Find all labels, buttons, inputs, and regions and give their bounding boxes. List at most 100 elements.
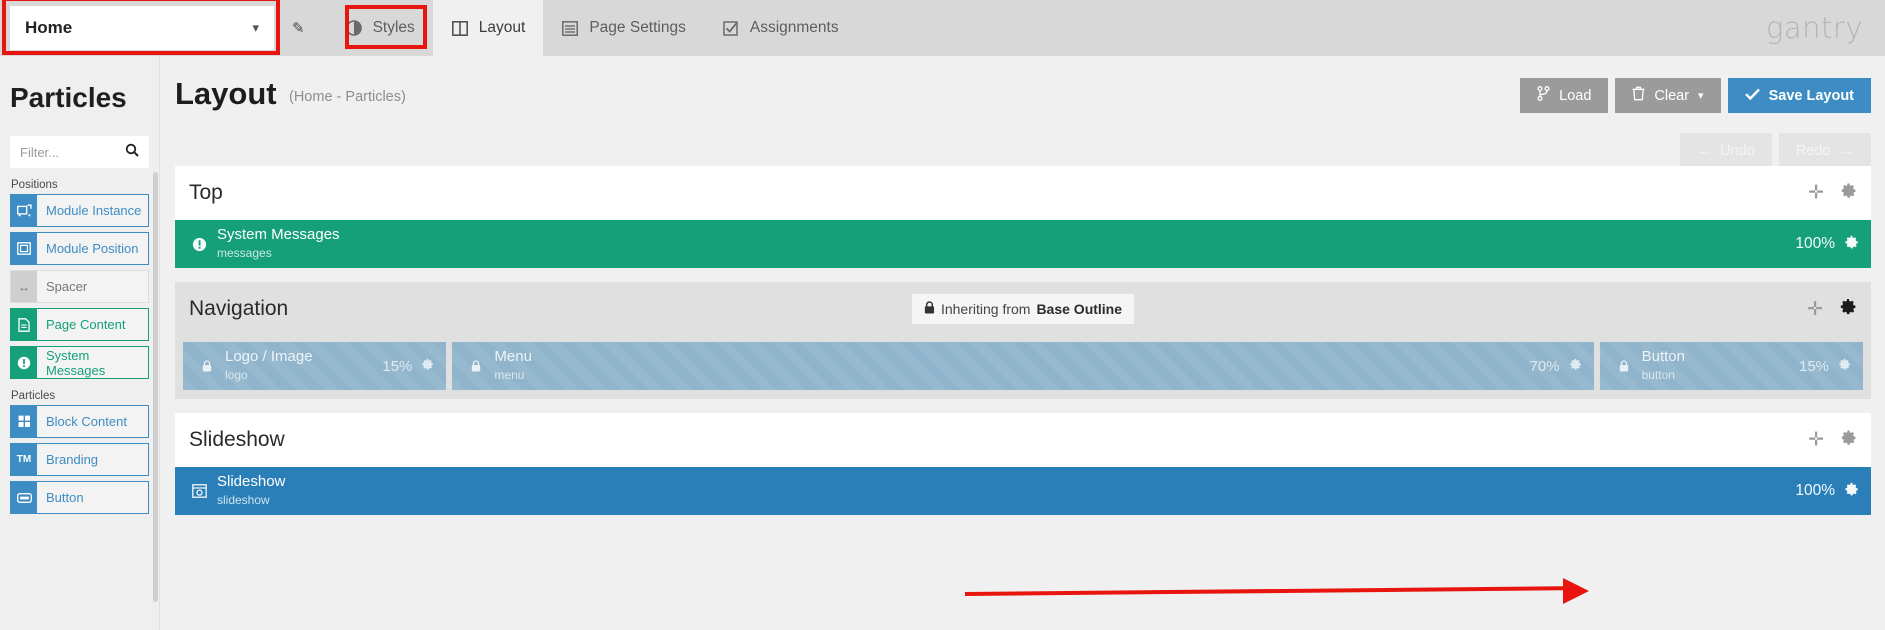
block-menu-subtitle: menu	[494, 368, 525, 382]
sidebar-item-system-messages-label: System Messages	[46, 347, 106, 378]
sidebar-item-block-content[interactable]: Block Content	[10, 405, 149, 438]
undo-button[interactable]: ← Undo	[1679, 133, 1772, 168]
block-system-messages[interactable]: System Messages messages 100%	[175, 220, 1871, 268]
arrow-left-icon: ←	[1696, 142, 1712, 159]
sidebar-item-module-position[interactable]: Module Position	[10, 232, 149, 265]
sidebar-item-branding[interactable]: TM Branding	[10, 443, 149, 476]
page-subtitle: (Home - Particles)	[289, 89, 406, 105]
outline-select[interactable]: Home ▾	[10, 6, 274, 50]
block-button-gear-icon[interactable]	[1838, 358, 1851, 375]
tab-styles[interactable]: Styles	[327, 0, 433, 56]
block-logo-image-title: Logo / Image	[225, 347, 313, 365]
block-system-messages-text: System Messages messages	[217, 226, 340, 263]
branch-icon	[1537, 86, 1550, 105]
section-top-header: Top ✛	[175, 166, 1871, 220]
tab-page-settings-label: Page Settings	[589, 19, 686, 36]
lock-icon	[924, 301, 935, 317]
sidebar-item-block-content-label: Block Content	[46, 414, 127, 429]
block-system-messages-subtitle: messages	[217, 246, 272, 260]
filter-input[interactable]	[20, 144, 125, 160]
section-navigation-header: Navigation Inheriting from Base Outline …	[175, 282, 1871, 336]
sidebar-item-module-position-label: Module Position	[46, 241, 139, 256]
block-slideshow-gear-icon[interactable]	[1844, 482, 1859, 501]
section-slideshow: Slideshow ✛ Slideshow slideshow 100%	[175, 413, 1871, 515]
sidebar-title: Particles	[10, 82, 127, 113]
topbar: Home ▾ ✎ Styles Layout Page Settings Ass…	[0, 0, 1885, 56]
tab-assignments[interactable]: Assignments	[704, 0, 857, 56]
section-top-body: System Messages messages 100%	[175, 220, 1871, 268]
sidebar-item-spacer[interactable]: ↔ Spacer	[10, 270, 149, 303]
section-navigation-body: Logo / Image logo 15% Menu menu 70% Butt…	[175, 336, 1871, 399]
gear-icon[interactable]	[1840, 183, 1857, 204]
section-navigation-tools: ✛	[1807, 298, 1857, 320]
sidebar-item-module-instance[interactable]: Module Instance	[10, 194, 149, 227]
block-button[interactable]: Button button 15%	[1599, 342, 1864, 390]
block-menu-gear-icon[interactable]	[1569, 358, 1582, 375]
sidebar: Particles Positions Module Instance Modu…	[0, 56, 160, 630]
block-logo-image[interactable]: Logo / Image logo 15%	[183, 342, 447, 390]
save-layout-button-label: Save Layout	[1768, 87, 1854, 104]
chevron-down-icon: ▾	[1698, 90, 1704, 102]
checkbox-icon	[722, 19, 740, 37]
clear-button[interactable]: Clear ▾	[1615, 78, 1721, 113]
gear-icon[interactable]	[1840, 430, 1857, 451]
sidebar-scrollbar[interactable]	[153, 172, 158, 602]
section-top-tools: ✛	[1808, 183, 1857, 204]
tab-page-settings[interactable]: Page Settings	[543, 0, 704, 56]
page-actions: Load Clear ▾ Save Layout	[1520, 78, 1871, 113]
block-menu-text: Menu menu	[494, 348, 532, 385]
search-icon	[125, 143, 139, 162]
block-menu-title: Menu	[494, 347, 532, 365]
document-icon	[11, 309, 37, 340]
block-system-messages-title: System Messages	[217, 225, 340, 243]
exclamation-icon	[187, 237, 211, 252]
sidebar-item-button[interactable]: Button	[10, 481, 149, 514]
tab-assignments-label: Assignments	[749, 19, 839, 36]
save-layout-button[interactable]: Save Layout	[1727, 78, 1871, 113]
page-title: Layout	[175, 76, 277, 111]
trash-icon	[1632, 86, 1645, 105]
block-menu[interactable]: Menu menu 70%	[452, 342, 1594, 390]
page-header: Layout (Home - Particles) Load Clear ▾ S…	[161, 56, 1885, 168]
block-slideshow[interactable]: Slideshow slideshow 100%	[175, 467, 1871, 515]
button-icon	[11, 482, 37, 513]
sidebar-group-positions-label: Positions	[11, 179, 58, 191]
gear-icon[interactable]	[1839, 298, 1857, 320]
block-system-messages-gear-icon[interactable]	[1844, 235, 1859, 254]
main-tabs: Styles Layout Page Settings Assignments	[327, 0, 857, 56]
block-logo-image-width: 15%	[382, 357, 413, 375]
block-button-width: 15%	[1798, 357, 1830, 375]
add-icon[interactable]: ✛	[1808, 184, 1824, 203]
filter-field[interactable]	[10, 136, 149, 168]
redo-button[interactable]: Redo →	[1778, 133, 1871, 168]
add-icon[interactable]: ✛	[1807, 300, 1823, 319]
block-logo-image-gear-icon[interactable]	[421, 358, 434, 375]
sidebar-item-system-messages[interactable]: System Messages	[10, 346, 149, 379]
section-navigation-name: Navigation	[189, 297, 289, 320]
block-button-right: 15%	[1799, 358, 1851, 375]
redo-button-label: Redo	[1795, 142, 1831, 159]
add-icon[interactable]: ✛	[1808, 431, 1824, 450]
block-logo-image-right: 15%	[382, 358, 434, 375]
check-icon	[1744, 88, 1760, 104]
section-top: Top ✛ System Messages messages 100%	[175, 166, 1871, 268]
layout-sections: Top ✛ System Messages messages 100% Navi…	[161, 166, 1885, 630]
load-button[interactable]: Load	[1520, 78, 1609, 113]
inheriting-badge-source: Base Outline	[1036, 301, 1123, 317]
history-actions: ← Undo Redo →	[1679, 133, 1871, 168]
block-system-messages-right: 100%	[1795, 235, 1859, 254]
module-position-icon	[11, 233, 37, 264]
pen-icon[interactable]: ✎	[292, 19, 305, 37]
sidebar-item-button-label: Button	[46, 490, 84, 505]
block-system-messages-width: 100%	[1795, 235, 1835, 252]
tab-layout-label: Layout	[478, 19, 526, 36]
section-slideshow-tools: ✛	[1808, 430, 1857, 451]
trademark-icon: TM	[11, 444, 37, 475]
block-button-text: Button button	[1642, 348, 1685, 385]
block-slideshow-right: 100%	[1795, 482, 1859, 501]
tab-layout[interactable]: Layout	[432, 0, 544, 56]
section-slideshow-body: Slideshow slideshow 100%	[175, 467, 1871, 515]
layout-columns-icon	[451, 19, 469, 37]
sidebar-item-page-content[interactable]: Page Content	[10, 308, 149, 341]
annotation-arrow-head	[1563, 578, 1589, 604]
